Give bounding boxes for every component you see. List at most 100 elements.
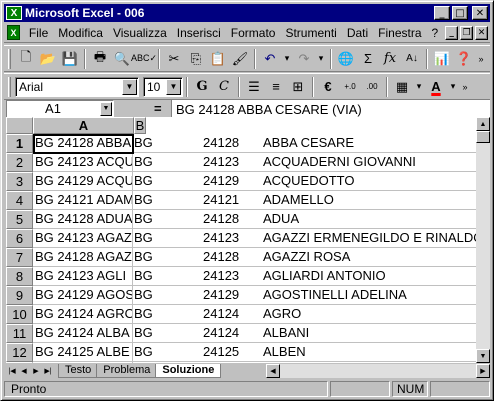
cell-a[interactable]: BG 24128 ABBA [33, 134, 133, 153]
table-row[interactable]: BG 24124 ALBA BG 24124 ALBANI [33, 324, 476, 343]
title-bar[interactable]: X Microsoft Excel - 006 _ □ ✕ [4, 4, 490, 22]
open-folder-icon[interactable]: 📂 [37, 48, 59, 70]
cell-a[interactable]: BG 24128 AGAZ [33, 248, 133, 267]
table-row[interactable]: BG 24125 ALBE BG 24125 ALBEN [33, 343, 476, 362]
cell-b[interactable]: BG [133, 267, 203, 286]
minimize-button[interactable]: _ [434, 6, 450, 20]
font-color-icon[interactable]: A [425, 76, 447, 98]
decrease-decimal-icon[interactable]: .00 [361, 76, 383, 98]
redo-icon[interactable]: ↷ [293, 48, 315, 70]
cell-b[interactable]: BG [133, 229, 203, 248]
column-header-b[interactable]: B [134, 117, 146, 134]
menu-strumenti[interactable]: Strumenti [280, 26, 341, 40]
row-header[interactable]: 5 [6, 210, 33, 229]
borders-dropdown-icon[interactable]: ▾ [413, 76, 425, 98]
name-box[interactable]: A1 ▼ [6, 100, 114, 118]
menu-inserisci[interactable]: Inserisci [172, 26, 226, 40]
paste-icon[interactable]: 📋 [207, 48, 229, 70]
copy-icon[interactable]: ⎘ [185, 48, 207, 70]
row-header[interactable]: 10 [6, 305, 33, 324]
toolbar-grip[interactable] [8, 48, 11, 69]
cell-a[interactable]: BG 24124 ALBA [33, 324, 133, 343]
row-header[interactable]: 4 [6, 191, 33, 210]
row-header[interactable]: 12 [6, 343, 33, 362]
worksheet-grid[interactable]: A B 1 BG 24128 ABBA BG 24128 ABBA CESARE 2 BG … [6, 117, 476, 363]
chevron-down-icon[interactable]: ▼ [122, 78, 137, 95]
menu-help[interactable]: ? [427, 26, 444, 40]
tab-soluzione[interactable]: Soluzione [155, 364, 222, 378]
new-document-icon[interactable]: 🗋 [15, 48, 37, 70]
maximize-button[interactable]: □ [452, 6, 468, 20]
cell-a[interactable]: BG 24128 ADUA [33, 210, 133, 229]
scroll-down-icon[interactable]: ▼ [476, 349, 490, 363]
cell-b[interactable]: BG [133, 191, 203, 210]
borders-icon[interactable]: ▦ [391, 76, 413, 98]
doc-close-button[interactable]: ✕ [475, 25, 488, 40]
cell-b[interactable]: BG [133, 305, 203, 324]
cell-a[interactable]: BG 24123 AGLI [33, 267, 133, 286]
toolbar-options-icon[interactable]: » [475, 48, 487, 70]
table-row[interactable]: BG 24128 ABBA BG 24128 ABBA CESARE [33, 134, 476, 153]
cell-a[interactable]: BG 24129 ACQU [33, 172, 133, 191]
cell-a[interactable]: BG 24129 AGOS [33, 286, 133, 305]
table-row[interactable]: BG 24123 AGAZ BG 24123 AGAZZI ERMENEGILDO E… [33, 229, 476, 248]
row-header[interactable]: 11 [6, 324, 33, 343]
cell-a[interactable]: BG 24123 ACQU [33, 153, 133, 172]
cell-a[interactable]: BG 24124 AGRO [33, 305, 133, 324]
excel-icon[interactable]: X [6, 6, 22, 20]
toolbar-options-icon[interactable]: » [459, 76, 471, 98]
align-center-icon[interactable]: ≡ [265, 76, 287, 98]
row-header[interactable]: 6 [6, 229, 33, 248]
undo-icon[interactable]: ↶ [259, 48, 281, 70]
font-name-select[interactable]: Arial ▼ [15, 76, 139, 97]
next-sheet-icon[interactable]: ▶ [30, 364, 42, 378]
print-icon[interactable]: 🖶 [89, 48, 111, 70]
autosum-icon[interactable]: Σ [357, 48, 379, 70]
chart-wizard-icon[interactable]: 📊 [431, 48, 453, 70]
tab-testo[interactable]: Testo [58, 364, 99, 378]
row-header[interactable]: 3 [6, 172, 33, 191]
merge-center-icon[interactable]: ⊞ [287, 76, 309, 98]
column-header-a[interactable]: A [33, 117, 134, 134]
cut-icon[interactable]: ✂ [163, 48, 185, 70]
redo-dropdown-icon[interactable]: ▾ [315, 48, 327, 70]
select-all-corner[interactable] [6, 117, 33, 134]
chevron-down-icon[interactable]: ▼ [166, 78, 181, 95]
doc-minimize-button[interactable]: _ [445, 25, 459, 40]
table-row[interactable]: BG 24128 AGAZ BG 24128 AGAZZI ROSA [33, 248, 476, 267]
scroll-up-icon[interactable]: ▲ [476, 117, 490, 131]
menu-file[interactable]: File [24, 26, 53, 40]
format-painter-icon[interactable]: 🖌 [229, 48, 251, 70]
font-color-dropdown-icon[interactable]: ▾ [447, 76, 459, 98]
close-button[interactable]: ✕ [472, 6, 488, 20]
row-header[interactable]: 2 [6, 153, 33, 172]
cell-b[interactable]: BG [133, 172, 203, 191]
function-icon[interactable]: fx [379, 48, 401, 70]
row-header[interactable]: 8 [6, 267, 33, 286]
table-row[interactable]: BG 24129 ACQU BG 24129 ACQUEDOTTO [33, 172, 476, 191]
horizontal-scrollbar[interactable]: ◀ ▶ [266, 364, 490, 378]
toolbar-grip[interactable] [8, 76, 11, 97]
menu-modifica[interactable]: Modifica [53, 26, 108, 40]
scroll-right-icon[interactable]: ▶ [476, 364, 490, 378]
menu-finestra[interactable]: Finestra [373, 26, 426, 40]
menu-formato[interactable]: Formato [226, 26, 281, 40]
increase-decimal-icon[interactable]: +.0 [339, 76, 361, 98]
table-row[interactable]: BG 24123 ACQU BG 24123 ACQUADERNI GIOVANNI [33, 153, 476, 172]
vertical-scrollbar[interactable]: ▲ ▼ [476, 117, 490, 363]
workbook-icon[interactable]: X [7, 25, 20, 40]
cell-b[interactable]: BG [133, 343, 203, 362]
prev-sheet-icon[interactable]: ◀ [18, 364, 30, 378]
cell-b[interactable]: BG [133, 286, 203, 305]
cell-b[interactable]: BG [133, 153, 203, 172]
help-icon[interactable]: ❓ [453, 48, 475, 70]
undo-dropdown-icon[interactable]: ▾ [281, 48, 293, 70]
cell-a[interactable]: BG 24123 AGAZ [33, 229, 133, 248]
cell-a[interactable]: BG 24121 ADAM [33, 191, 133, 210]
currency-icon[interactable]: € [317, 76, 339, 98]
row-header[interactable]: 1 [6, 134, 33, 153]
chevron-down-icon[interactable]: ▼ [100, 102, 112, 116]
menu-dati[interactable]: Dati [342, 26, 373, 40]
table-row[interactable]: BG 24123 AGLI BG 24123 AGLIARDI ANTONIO [33, 267, 476, 286]
row-header[interactable]: 9 [6, 286, 33, 305]
